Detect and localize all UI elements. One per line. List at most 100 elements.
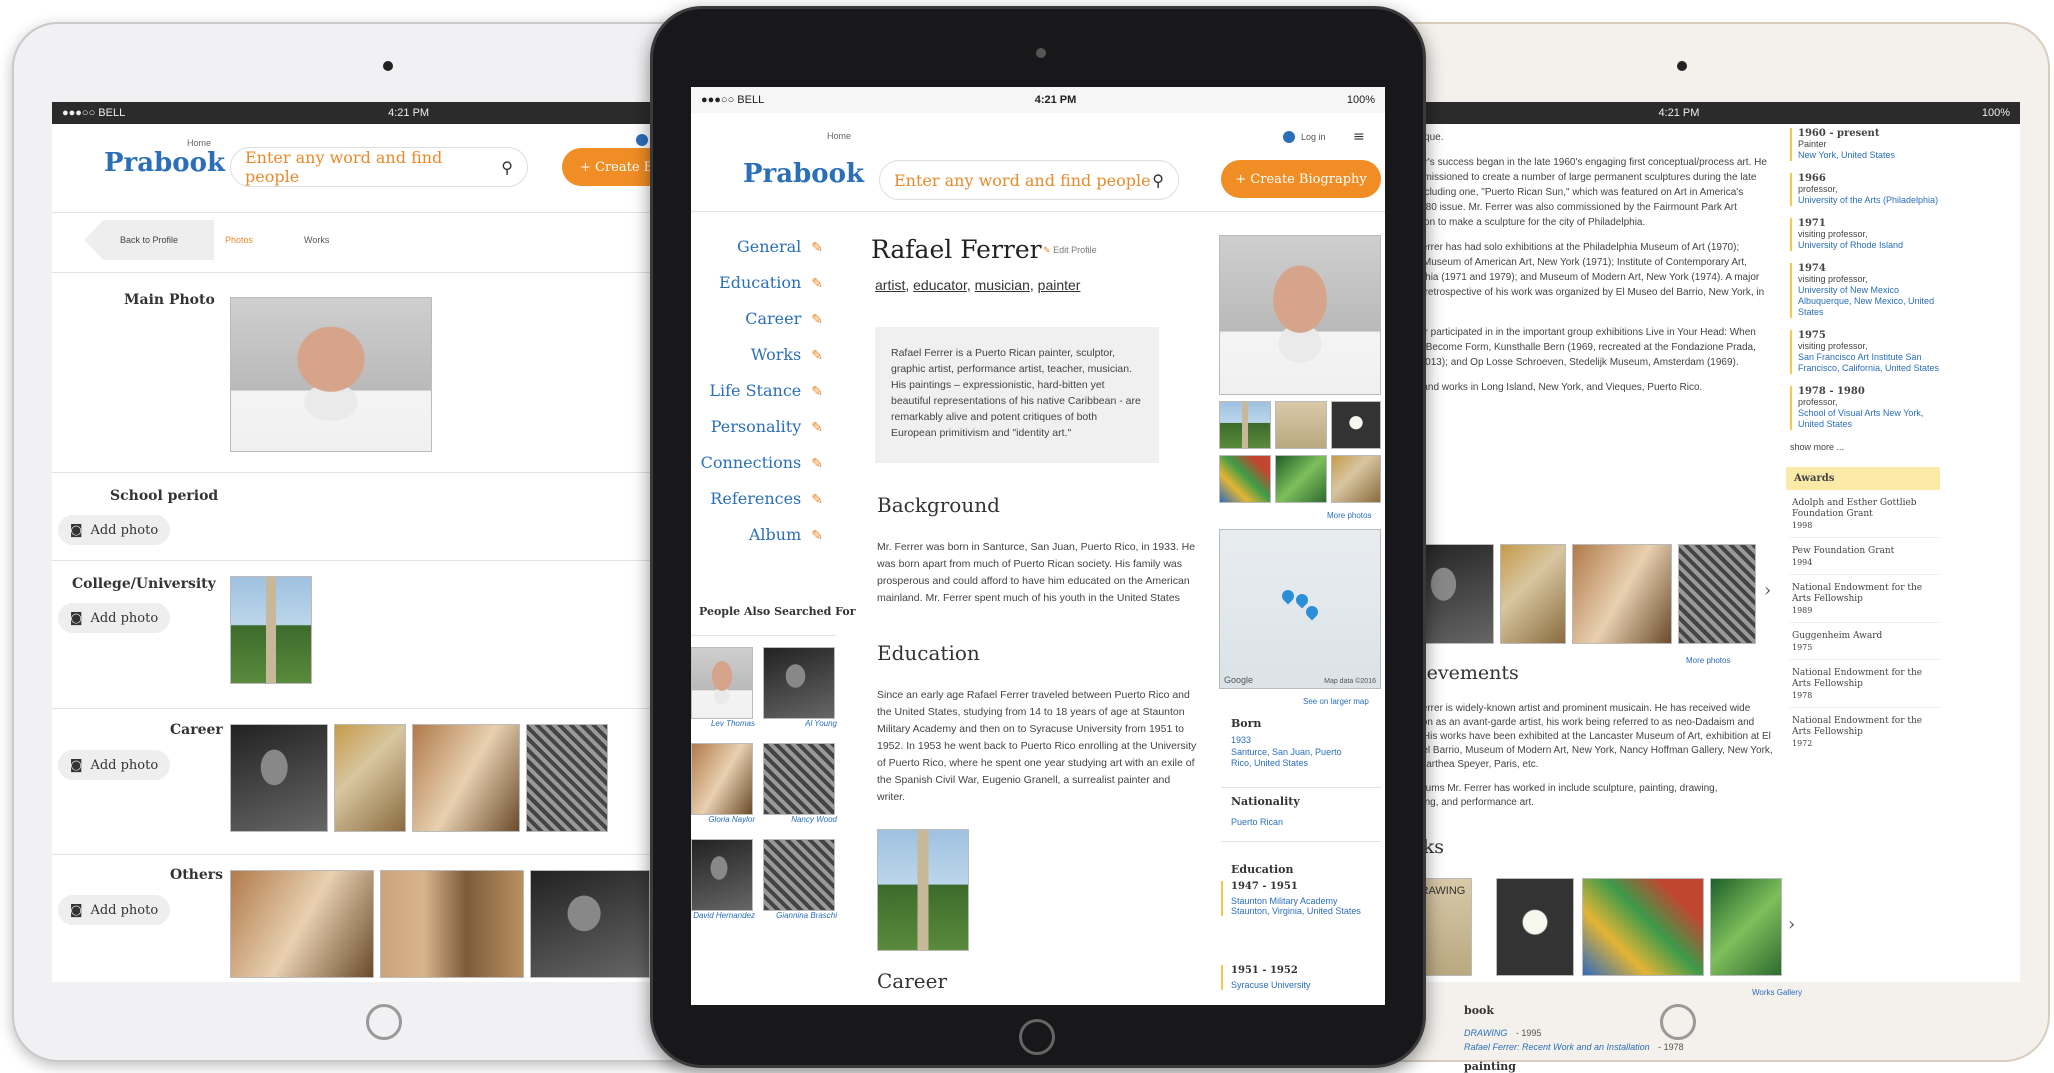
gallery-photo[interactable] (1678, 544, 1756, 644)
user-icon[interactable] (636, 134, 648, 146)
nav-item-album[interactable]: Album ✎ (691, 525, 823, 561)
map[interactable]: Google Map data ©2016 (1219, 529, 1381, 689)
home-button[interactable] (366, 1004, 402, 1040)
career-place[interactable]: San Francisco Art Institute San Francisc… (1798, 352, 1940, 374)
person-card[interactable]: Al Young (763, 647, 837, 728)
others-photo[interactable] (380, 870, 524, 978)
home-link[interactable]: Home (187, 138, 211, 148)
occupation-link[interactable]: musician (975, 277, 1030, 293)
person-photo[interactable] (691, 743, 753, 815)
edit-icon[interactable]: ✎ (811, 492, 823, 508)
search-icon[interactable]: ⚲ (1152, 171, 1164, 190)
person-photo[interactable] (763, 839, 835, 911)
person-name[interactable]: Nancy Wood (763, 815, 837, 824)
nav-item-connections[interactable]: Connections ✎ (691, 453, 823, 489)
edit-icon[interactable]: ✎ (811, 312, 823, 328)
add-photo-button[interactable]: ◙ Add photo (58, 603, 170, 633)
college-photo[interactable] (230, 576, 312, 684)
profile-photo[interactable] (1219, 235, 1381, 395)
career-photo[interactable] (334, 724, 406, 832)
career-place[interactable]: New York, United States (1798, 150, 1940, 161)
thumb-photo[interactable] (1275, 401, 1327, 449)
career-place[interactable]: School of Visual Arts New York, United S… (1798, 408, 1940, 430)
map-marker-icon[interactable] (1279, 587, 1297, 605)
book-title[interactable]: Rafael Ferrer: Recent Work and an Instal… (1464, 1042, 1650, 1052)
more-photos-link[interactable]: More photos (1686, 656, 1730, 665)
person-photo[interactable] (691, 647, 753, 719)
more-photos-link[interactable]: More photos (1327, 511, 1371, 520)
person-card[interactable]: Gloria Naylor (691, 743, 755, 824)
education-photo[interactable] (877, 829, 969, 951)
thumb-photo[interactable] (1275, 455, 1327, 503)
search-input[interactable]: Enter any word and find people ⚲ (879, 160, 1179, 200)
occupation-link[interactable]: educator (913, 277, 967, 293)
career-place[interactable]: University of Rhode Island (1798, 240, 1940, 251)
career-photo[interactable] (412, 724, 520, 832)
create-biography-button[interactable]: + Create Biography (1221, 160, 1381, 198)
born-year[interactable]: 1933 (1231, 735, 1251, 745)
nav-item-education[interactable]: Education ✎ (691, 273, 823, 309)
person-photo[interactable] (763, 743, 835, 815)
thumb-photo[interactable] (1219, 455, 1271, 503)
thumb-photo[interactable] (1331, 401, 1381, 449)
person-name[interactable]: Giannina Braschi (763, 911, 837, 920)
person-name[interactable]: Lev Thomas (691, 719, 755, 728)
nav-item-career[interactable]: Career ✎ (691, 309, 823, 345)
edu-school[interactable]: Syracuse University (1231, 980, 1381, 990)
career-place[interactable]: University of New Mexico Albuquerque, Ne… (1798, 285, 1940, 318)
nationality-value[interactable]: Puerto Rican (1231, 817, 1283, 827)
nav-item-personality[interactable]: Personality ✎ (691, 417, 823, 453)
nav-item-works[interactable]: Works ✎ (691, 345, 823, 381)
person-photo[interactable] (763, 647, 835, 719)
add-photo-button[interactable]: ◙ Add photo (58, 515, 170, 545)
user-icon[interactable] (1283, 131, 1295, 143)
career-photo[interactable] (230, 724, 328, 832)
edit-icon[interactable]: ✎ (811, 240, 823, 256)
person-card[interactable]: David Hernandez (691, 839, 755, 920)
others-photo[interactable] (230, 870, 374, 978)
nav-item-references[interactable]: References ✎ (691, 489, 823, 525)
person-card[interactable]: Nancy Wood (763, 743, 837, 824)
edit-icon[interactable]: ✎ (811, 384, 823, 400)
person-name[interactable]: Al Young (763, 719, 837, 728)
work-image[interactable] (1710, 878, 1782, 976)
others-photo[interactable] (530, 870, 650, 978)
chevron-right-icon[interactable]: › (1764, 580, 1771, 601)
back-to-profile-tab[interactable]: Back to Profile (84, 220, 214, 260)
born-place[interactable]: Santurce, San Juan, Puerto Rico, United … (1231, 747, 1361, 769)
tab-photos[interactable]: Photos (225, 235, 253, 245)
login-link[interactable]: Log in (1301, 132, 1326, 142)
edu-place[interactable]: Staunton, Virginia, United States (1231, 906, 1381, 916)
add-photo-button[interactable]: ◙ Add photo (58, 895, 170, 925)
home-button[interactable] (1019, 1019, 1055, 1055)
edit-icon[interactable]: ✎ (811, 276, 823, 292)
menu-icon[interactable]: ≡ (1353, 129, 1365, 145)
logo[interactable]: Prabook (104, 148, 225, 178)
person-card[interactable]: Lev Thomas (691, 647, 755, 728)
see-larger-map-link[interactable]: See on larger map (1303, 697, 1369, 706)
thumb-photo[interactable] (1219, 401, 1271, 449)
home-button[interactable] (1660, 1004, 1696, 1040)
logo[interactable]: Prabook (743, 159, 864, 189)
works-gallery-link[interactable]: Works Gallery (1752, 988, 1802, 997)
edu-school[interactable]: Staunton Military Academy (1231, 896, 1381, 906)
occupation-link[interactable]: artist (875, 277, 905, 293)
occupation-link[interactable]: painter (1038, 277, 1081, 293)
person-name[interactable]: Gloria Naylor (691, 815, 755, 824)
gallery-photo[interactable] (1500, 544, 1566, 644)
search-icon[interactable]: ⚲ (501, 158, 513, 177)
show-more-link[interactable]: show more ... (1790, 442, 1940, 453)
main-photo[interactable] (230, 297, 432, 452)
work-image[interactable] (1582, 878, 1704, 976)
tab-works[interactable]: Works (304, 235, 329, 245)
thumb-photo[interactable] (1331, 455, 1381, 503)
gallery-photo[interactable] (1572, 544, 1672, 644)
person-name[interactable]: David Hernandez (691, 911, 755, 920)
add-photo-button[interactable]: ◙ Add photo (58, 750, 170, 780)
person-photo[interactable] (691, 839, 753, 911)
nav-item-life-stance[interactable]: Life Stance ✎ (691, 381, 823, 417)
edit-icon[interactable]: ✎ (811, 456, 823, 472)
home-link[interactable]: Home (827, 131, 851, 141)
edit-icon[interactable]: ✎ (811, 348, 823, 364)
career-photo[interactable] (526, 724, 608, 832)
